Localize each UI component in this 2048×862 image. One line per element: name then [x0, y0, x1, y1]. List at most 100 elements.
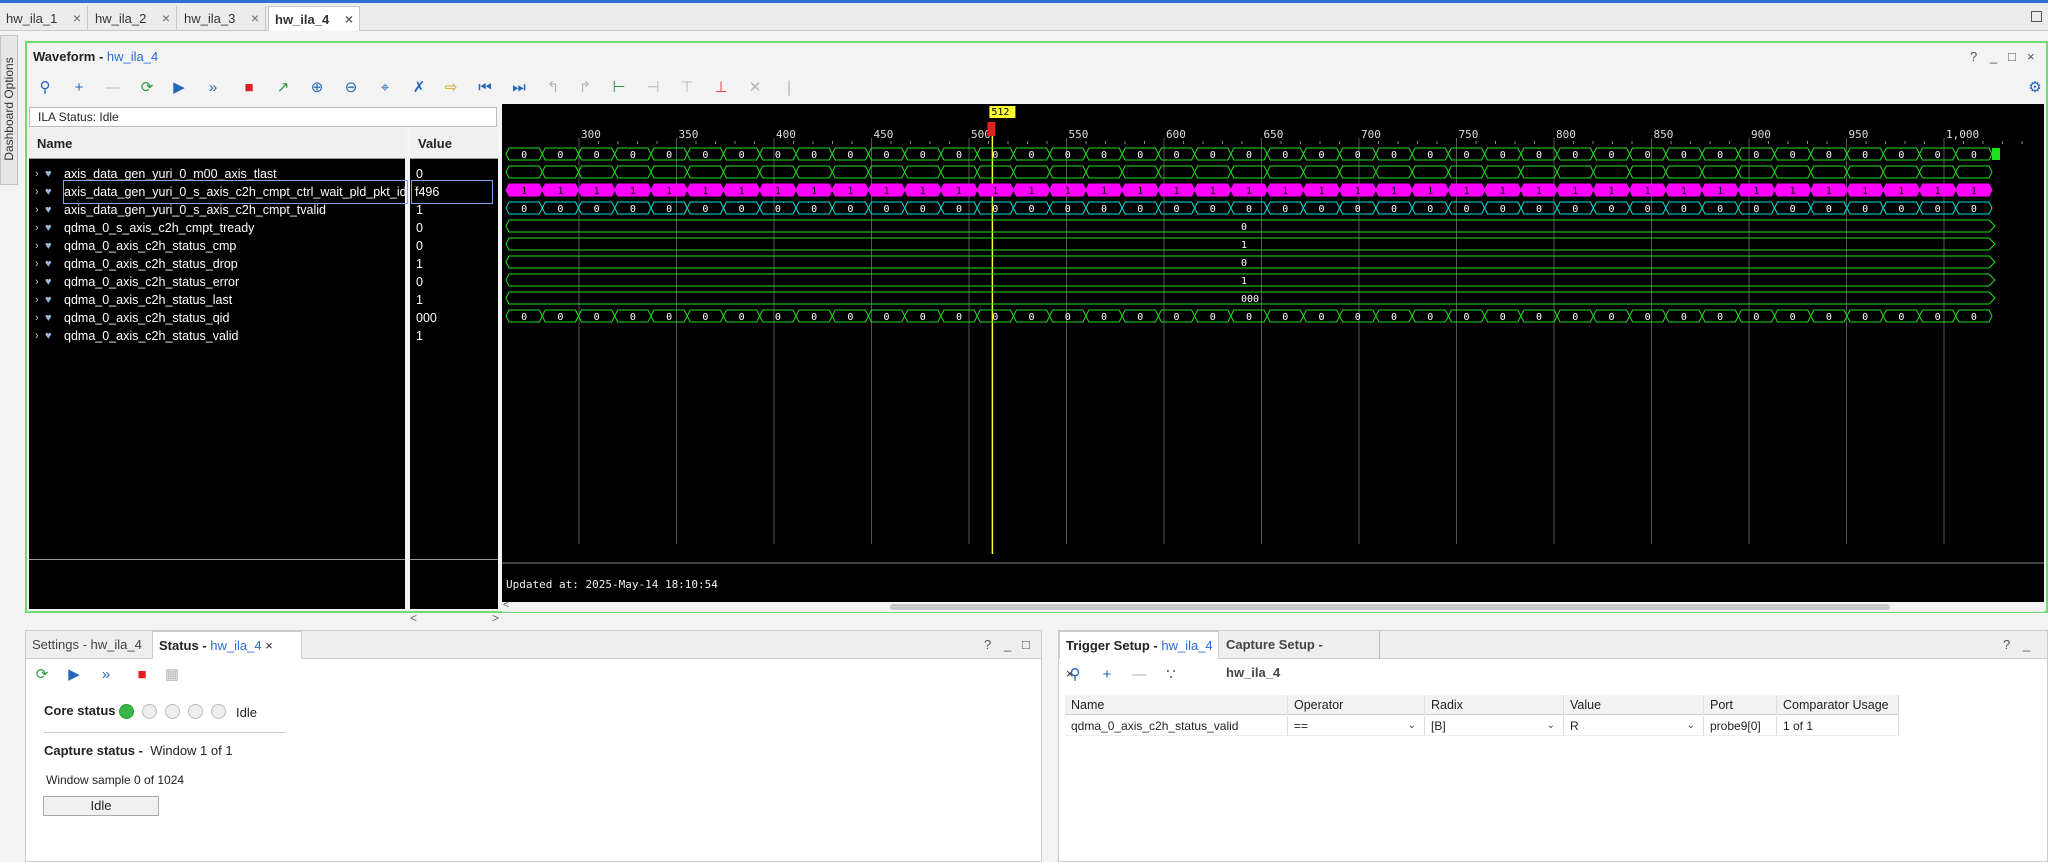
add-marker-icon[interactable]: ⊢ [609, 78, 629, 98]
horizontal-scrollbar[interactable]: < [502, 599, 2044, 612]
trigger-condition-icon[interactable]: ∵ [1161, 665, 1181, 685]
scroll-right-icon[interactable]: > [492, 611, 499, 625]
doc-tab-hw-ila-3[interactable]: hw_ila_3 × [178, 6, 266, 31]
help-icon[interactable]: ? [984, 637, 991, 652]
column-header[interactable]: Name [1065, 695, 1288, 715]
close-icon[interactable]: × [162, 6, 170, 31]
help-icon[interactable]: ? [1970, 49, 1977, 64]
value-select[interactable]: R ⌄ [1564, 716, 1704, 736]
zoom-in-icon[interactable]: ⊕ [307, 78, 327, 98]
tab-settings[interactable]: Settings - hw_ila_4 [26, 631, 151, 659]
close-icon[interactable]: × [251, 6, 259, 31]
go-to-cursor-icon[interactable]: ⇨ [441, 78, 461, 98]
minimize-icon[interactable]: _ [2023, 637, 2030, 652]
add-icon[interactable]: + [1097, 665, 1117, 685]
scrollbar-thumb[interactable] [890, 604, 1890, 610]
stop-icon[interactable]: ■ [132, 665, 152, 685]
waveform-value-label: 0 [920, 204, 926, 215]
core-status-value: Idle [236, 705, 257, 720]
run-trigger-fast-icon[interactable]: » [96, 665, 116, 685]
waveform-value-label: 1 [811, 186, 817, 197]
chevron-down-icon[interactable]: ⌄ [1547, 716, 1555, 736]
column-header[interactable]: Port [1704, 695, 1777, 715]
help-icon[interactable]: ? [2003, 637, 2010, 652]
close-icon[interactable]: × [265, 638, 273, 653]
chevron-down-icon[interactable]: ⌄ [1408, 716, 1416, 736]
waveform-segment [1339, 165, 1377, 179]
value-column-header[interactable]: Value [410, 129, 498, 159]
minimize-icon[interactable]: _ [1004, 637, 1011, 652]
chevron-right-icon[interactable]: › [35, 325, 39, 347]
column-header[interactable]: Value [1564, 695, 1704, 715]
signal-name[interactable]: qdma_0_axis_c2h_status_valid [64, 325, 238, 347]
scroll-left-icon[interactable]: < [503, 599, 509, 611]
doc-tab-hw-ila-4[interactable]: hw_ila_4 × [268, 6, 360, 31]
tab-capture-setup[interactable]: Capture Setup - hw_ila_4 [1220, 631, 1380, 680]
idle-button[interactable]: Idle [43, 796, 159, 816]
waveform-value-label: 0 [1790, 312, 1796, 323]
tab-status[interactable]: Status - hw_ila_4 × [152, 631, 302, 659]
zoom-cursor-icon[interactable]: ✗ [409, 78, 429, 98]
run-trigger-icon[interactable]: ▶ [64, 665, 84, 685]
maximize-icon[interactable]: □ [1022, 637, 1030, 652]
go-to-end-icon[interactable]: ⏭ [509, 78, 529, 98]
operator-select[interactable]: == ⌄ [1288, 716, 1425, 736]
run-trigger-icon[interactable]: ▶ [169, 78, 189, 98]
swap-cursors-icon[interactable]: ⊥ [711, 78, 731, 98]
next-marker-icon[interactable]: ⊤ [677, 78, 697, 98]
previous-transition-icon[interactable]: ↰ [543, 78, 563, 98]
snap-icon[interactable]: ❘ [779, 78, 799, 98]
waveform-canvas[interactable]: 300 350 400 450 500 550 600 650 700 750 800 850 900 9… [502, 104, 2044, 609]
signal-value[interactable]: 1 [416, 325, 423, 347]
search-icon[interactable]: ⚲ [1065, 665, 1085, 685]
next-transition-icon[interactable]: ↱ [575, 78, 595, 98]
zoom-out-icon[interactable]: ⊖ [341, 78, 361, 98]
signal-row[interactable]: › ♥ qdma_0_axis_c2h_status_valid [29, 325, 403, 347]
signal-value[interactable]: f496 [411, 180, 493, 204]
waveform-value-label: 1 [1645, 186, 1651, 197]
run-trigger-immediate-icon[interactable]: ⟳ [137, 78, 157, 98]
column-header[interactable]: Comparator Usage [1777, 695, 1899, 715]
remove-icon[interactable]: — [103, 78, 123, 98]
minimize-icon[interactable]: _ [1990, 49, 1997, 64]
gear-icon[interactable]: ⚙ [2025, 78, 2045, 98]
column-header[interactable]: Operator [1288, 695, 1425, 715]
run-trigger-immediate-icon[interactable]: ⟳ [32, 665, 52, 685]
add-icon[interactable]: + [69, 78, 89, 98]
go-to-start-icon[interactable]: ⏮ [475, 78, 495, 98]
panel-title-link[interactable]: hw_ila_4 [107, 49, 158, 64]
waveform-value-label: 0 [1536, 312, 1542, 323]
waveform-value-label: 0 [739, 204, 745, 215]
zoom-fit-icon[interactable]: ⌖ [375, 78, 395, 98]
restore-icon[interactable] [2031, 11, 2042, 22]
name-column-header[interactable]: Name [29, 129, 405, 159]
signal-value-column: Value 0 f496 1 0 0 1 0 1 000 1 [410, 129, 498, 609]
maximize-icon[interactable]: □ [2008, 49, 2016, 64]
remove-icon[interactable]: — [1129, 665, 1149, 685]
trigger-value: R [1570, 719, 1579, 733]
tab-trigger-setup[interactable]: Trigger Setup - hw_ila_4 × [1059, 631, 1219, 681]
search-icon[interactable]: ⚲ [35, 78, 55, 98]
run-trigger-immediate-fast-icon[interactable]: » [203, 78, 223, 98]
stop-icon[interactable]: ■ [239, 78, 259, 98]
chevron-down-icon[interactable]: ⌄ [1687, 716, 1695, 736]
doc-tab-hw-ila-2[interactable]: hw_ila_2 × [89, 6, 177, 31]
waveform-value-label: 0 [992, 204, 998, 215]
column-header[interactable]: Radix [1425, 695, 1564, 715]
dashboard-options-tab[interactable]: Dashboard Options [0, 35, 18, 185]
waveform-end-marker [1992, 148, 2000, 160]
close-icon[interactable]: × [73, 6, 81, 31]
scroll-left-icon[interactable]: < [410, 611, 417, 625]
comparator-usage-cell: 1 of 1 [1777, 716, 1899, 736]
export-icon[interactable]: ▦ [162, 665, 182, 685]
trigger-probe-name[interactable]: qdma_0_axis_c2h_status_valid [1065, 716, 1288, 736]
close-icon[interactable]: × [2027, 49, 2035, 64]
timeline-tick-label: 400 [776, 128, 796, 141]
close-icon[interactable]: × [345, 7, 353, 32]
radix-select[interactable]: [B] ⌄ [1425, 716, 1564, 736]
export-icon[interactable]: ↗ [273, 78, 293, 98]
waveform-value-label: 1 [1210, 186, 1216, 197]
doc-tab-hw-ila-1[interactable]: hw_ila_1 × [0, 6, 88, 31]
previous-marker-icon[interactable]: ⊣ [643, 78, 663, 98]
delete-markers-icon[interactable]: ✕ [745, 78, 765, 98]
